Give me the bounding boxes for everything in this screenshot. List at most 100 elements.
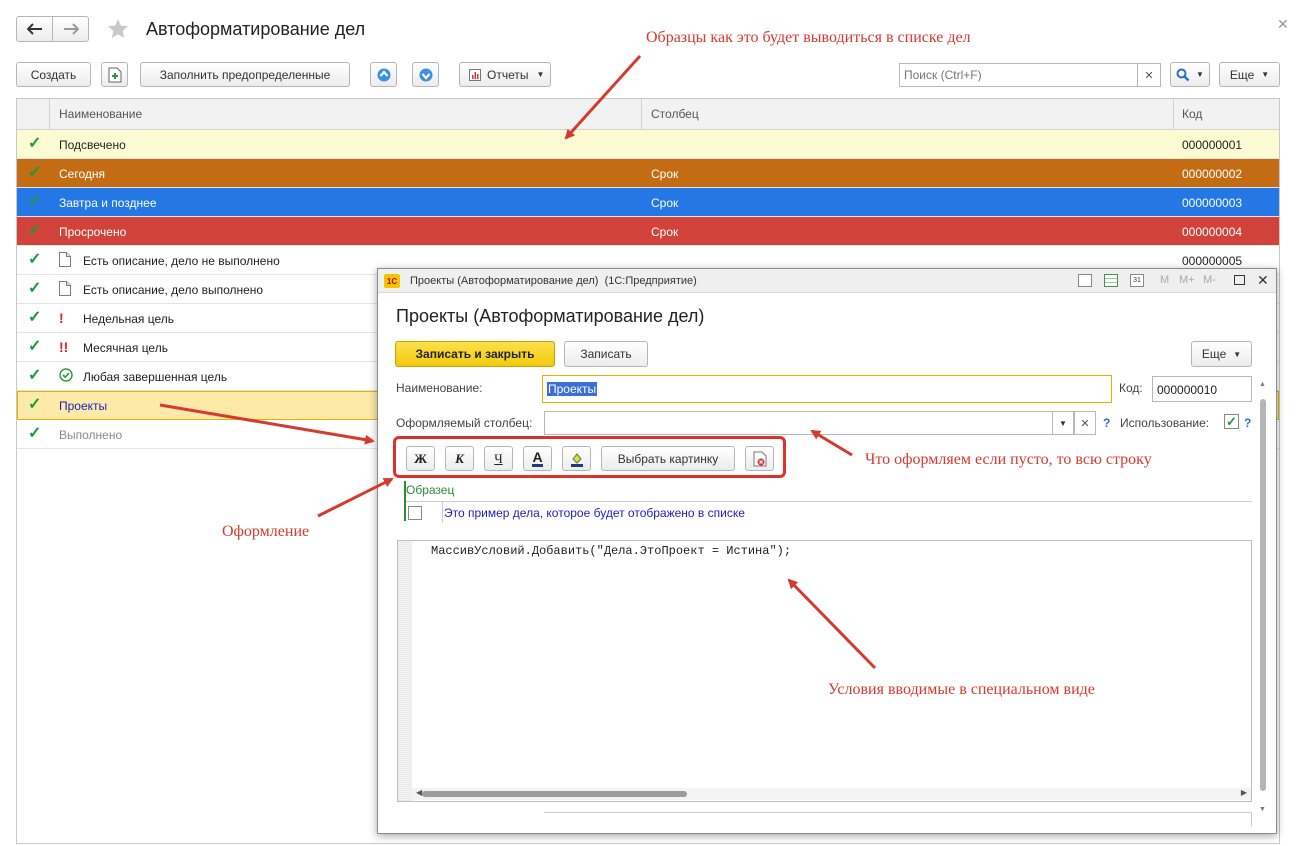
star-icon[interactable] [106,17,130,41]
table-icon[interactable] [1104,274,1118,287]
code-field-value: 000000010 [1157,383,1218,397]
formatting-highlight-box [393,436,786,478]
row-check-icon: ✓ [28,193,42,210]
sample-checkbox[interactable] [408,506,422,520]
search-clear-button[interactable]: ✕ [1137,63,1161,87]
row-name: Есть описание, дело не выполнено [83,254,280,268]
fill-predefined-button[interactable]: Заполнить предопределенные [140,62,350,87]
window-title: Автоформатирование дел [146,19,366,39]
row-check-icon: ✓ [28,396,42,413]
chevron-down-icon: ▼ [536,70,545,79]
scroll-up-icon[interactable]: ▲ [1259,381,1266,388]
table-row[interactable]: ✓ Завтра и позднее Срок 000000003 [17,188,1279,217]
column-header-column[interactable]: Столбец [651,107,699,121]
save-button[interactable]: Записать [564,341,648,367]
scroll-down-icon[interactable]: ▼ [1259,806,1266,813]
print-icon[interactable] [1078,274,1092,287]
row-check-icon: ✓ [28,222,42,239]
row-code: 000000004 [1182,225,1243,239]
table-row[interactable]: ✓ Подсвечено 000000001 [17,130,1279,159]
name-field[interactable]: Проекты [542,375,1112,403]
reports-button[interactable]: Отчеты ▼ [459,62,551,87]
scrollbar-thumb[interactable] [422,791,687,797]
help-icon[interactable]: ? [1103,416,1110,430]
sample-text: Это пример дела, которое будет отображен… [444,506,745,520]
editor-hscrollbar[interactable]: ◀ ▶ [412,788,1251,800]
copy-button[interactable] [101,62,128,87]
annotation-format-what: Что оформляем если пусто, то всю строку [865,451,1152,468]
row-name: Завтра и позднее [59,196,157,210]
double-exclamation-icon: !! [59,339,69,355]
row-check-icon: ✓ [28,309,42,326]
memory-mminus-icon[interactable]: M- [1203,274,1216,286]
search-icon [1176,68,1190,81]
move-up-button[interactable] [370,62,397,87]
annotation-formatting: Оформление [222,523,310,540]
table-row[interactable]: ✓ Сегодня Срок 000000002 [17,159,1279,188]
forward-button[interactable] [52,16,89,42]
sample-column-sep [442,501,443,523]
dialog-titlebar: 1С Проекты (Автоформатирование дел) (1С:… [378,269,1276,293]
dialog-titlebar-text: Проекты (Автоформатирование дел) (1С:Пре… [410,275,697,287]
document-icon [59,281,71,299]
row-column: Срок [651,225,679,239]
calendar-icon[interactable]: 31 [1130,274,1144,287]
row-check-icon: ✓ [28,367,42,384]
code-label: Код: [1119,381,1143,395]
chevron-down-icon: ▼ [1196,70,1204,79]
arrow-down-icon [419,68,432,81]
table-row[interactable]: ✓ Просрочено Срок 000000004 [17,217,1279,246]
row-column: Срок [651,167,679,181]
name-label: Наименование: [396,381,483,395]
row-check-icon: ✓ [28,425,42,442]
dialog-close-icon[interactable]: ✕ [1257,272,1269,289]
chevron-down-icon[interactable]: ▼ [1052,411,1074,435]
arrow-left-icon [26,23,42,35]
sample-separator [406,501,1252,502]
formatted-column-label: Оформляемый столбец: [396,416,533,430]
back-button[interactable] [16,16,53,42]
maximize-icon[interactable] [1234,275,1245,285]
chevron-down-icon: ▼ [1233,349,1242,359]
editor-gutter [398,541,412,801]
window-close-icon[interactable]: ✕ [1277,16,1289,33]
memory-mplus-icon[interactable]: M+ [1179,274,1195,286]
help-icon[interactable]: ? [1244,416,1251,430]
column-header-name[interactable]: Наименование [59,107,142,121]
search-button[interactable]: ▼ [1170,62,1210,87]
dialog-scrollbar-thumb[interactable] [1260,399,1266,791]
scroll-right-icon[interactable]: ▶ [1241,788,1247,797]
save-and-close-button[interactable]: Записать и закрыть [395,341,555,367]
edit-dialog: 1С Проекты (Автоформатирование дел) (1С:… [377,268,1277,834]
more-button[interactable]: Еще ▼ [1219,62,1280,87]
document-icon [59,252,71,270]
code-field[interactable]: 000000010 [1152,376,1252,402]
name-field-value: Проекты [547,382,598,396]
formatted-column-field[interactable]: ▼ [544,411,1074,435]
row-check-icon: ✓ [28,164,42,181]
table-header: Наименование Столбец Код [17,99,1279,130]
condition-editor[interactable]: МассивУсловий.Добавить("Дела.ЭтоПроект =… [397,540,1252,802]
dialog-vscrollbar[interactable]: ▲ ▼ [1258,381,1268,813]
column-clear-button[interactable]: ✕ [1074,411,1096,435]
row-code: 000000005 [1182,254,1243,268]
memory-m-icon[interactable]: M [1160,274,1169,286]
row-name: Сегодня [59,167,105,181]
reports-label: Отчеты [487,67,529,82]
row-name: Любая завершенная цель [83,370,228,384]
copy-document-icon [108,67,121,82]
row-name: Проекты [59,399,108,413]
search-input[interactable] [899,63,1137,87]
row-check-icon: ✓ [28,338,42,355]
usage-checkbox[interactable]: ✓ [1224,414,1239,429]
row-check-icon: ✓ [28,251,42,268]
report-icon [469,68,481,81]
row-code: 000000002 [1182,167,1243,181]
dialog-more-button[interactable]: Еще ▼ [1191,341,1252,367]
column-header-code[interactable]: Код [1182,107,1202,121]
dialog-heading: Проекты (Автоформатирование дел) [396,306,705,326]
chevron-down-icon: ▼ [1261,70,1270,79]
create-button[interactable]: Создать [16,62,91,87]
move-down-button[interactable] [412,62,439,87]
arrow-up-icon [377,68,390,81]
